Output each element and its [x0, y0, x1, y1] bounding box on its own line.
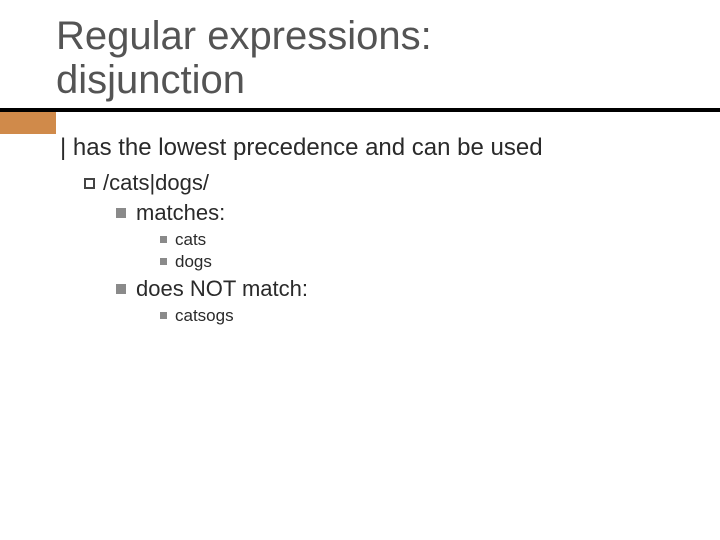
match-text: cats	[175, 230, 206, 249]
square-icon	[116, 284, 126, 294]
bullet-text: | has the lowest precedence and can be u…	[60, 134, 543, 161]
matches-label: matches:	[136, 200, 225, 225]
body-line-1: | has the lowest precedence and can be u…	[60, 134, 680, 162]
matches-heading: matches:	[116, 200, 680, 226]
title-line-2: disjunction	[56, 58, 656, 102]
square-icon	[160, 312, 167, 319]
match-text: dogs	[175, 252, 212, 271]
not-match-item: catsogs	[160, 306, 680, 326]
hollow-square-icon	[84, 178, 95, 189]
not-match-label: does NOT match:	[136, 276, 308, 301]
slide-body: | has the lowest precedence and can be u…	[60, 132, 680, 328]
accent-bar	[0, 112, 56, 134]
square-icon	[160, 236, 167, 243]
not-match-heading: does NOT match:	[116, 276, 680, 302]
slide: Regular expressions: disjunction | has t…	[0, 0, 720, 540]
regex-text: /cats|dogs/	[103, 170, 209, 195]
slide-title: Regular expressions: disjunction	[56, 14, 656, 102]
body-regex: /cats|dogs/	[84, 170, 680, 196]
matches-item: cats	[160, 230, 680, 250]
matches-item: dogs	[160, 252, 680, 272]
square-icon	[160, 258, 167, 265]
title-underline	[0, 108, 720, 112]
square-icon	[116, 208, 126, 218]
title-line-1: Regular expressions:	[56, 14, 656, 58]
not-match-text: catsogs	[175, 306, 234, 325]
